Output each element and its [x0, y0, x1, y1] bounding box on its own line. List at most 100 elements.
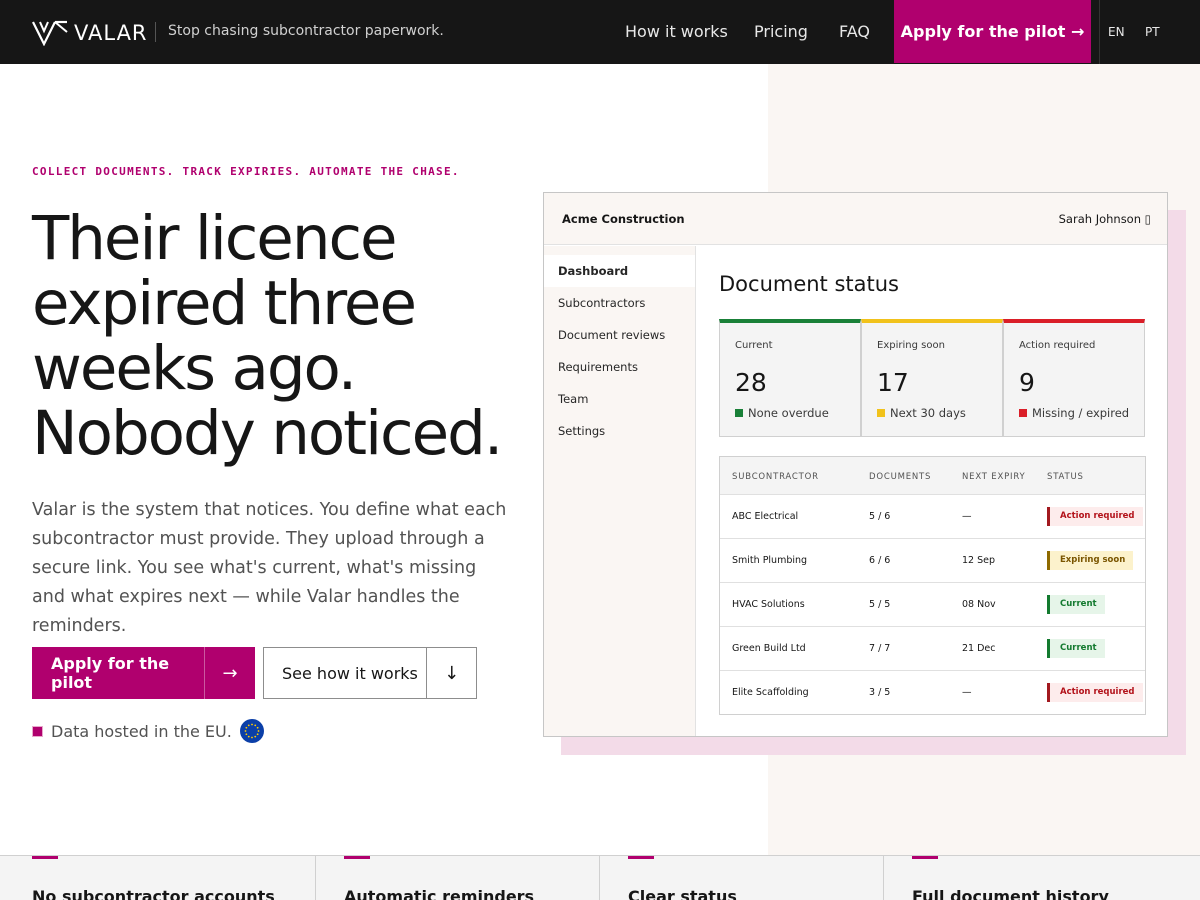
arrow-down-icon: ↓	[426, 648, 476, 698]
square-bullet-icon	[32, 725, 43, 737]
nav-divider	[155, 22, 156, 42]
eu-hosting-note: Data hosted in the EU.	[32, 719, 264, 743]
cell-next-expiry: —	[962, 511, 972, 522]
column-header: STATUS	[1047, 472, 1084, 482]
cell-next-expiry: 12 Sep	[962, 555, 996, 566]
sidebar-item-dashboard: Dashboard	[544, 255, 695, 287]
hero-eyebrow: COLLECT DOCUMENTS. TRACK EXPIRIES. AUTOM…	[32, 165, 460, 178]
stat-subtext-label: Next 30 days	[890, 406, 966, 420]
see-how-it-works-button[interactable]: See how it works ↓	[263, 647, 477, 699]
see-how-label: See how it works	[282, 663, 418, 683]
table-row: HVAC Solutions 5 / 5 08 Nov Current	[720, 583, 1145, 627]
headline-line: weeks ago.	[32, 333, 357, 404]
mockup-user-name: Sarah Johnson ▯	[1058, 212, 1151, 226]
nav-tagline: Stop chasing subcontractor paperwork.	[168, 23, 444, 39]
cell-documents: 6 / 6	[869, 555, 891, 566]
status-badge: Expiring soon	[1047, 551, 1134, 570]
sidebar-item-subcontractors: Subcontractors	[558, 296, 646, 310]
cell-next-expiry: —	[962, 687, 972, 698]
feature-title: Automatic reminders	[344, 887, 535, 900]
valar-logo-icon	[32, 20, 68, 46]
cell-subcontractor: Green Build Ltd	[732, 643, 806, 654]
mockup-sidebar: Dashboard Subcontractors Document review…	[544, 246, 696, 736]
cell-next-expiry: 21 Dec	[962, 643, 996, 654]
stat-subtext: Next 30 days	[877, 406, 966, 420]
cell-subcontractor: ABC Electrical	[732, 511, 799, 522]
features-strip: No subcontractor accounts Automatic remi…	[0, 855, 1200, 900]
cell-subcontractor: Elite Scaffolding	[732, 687, 809, 698]
feature-accent-bar	[628, 856, 654, 859]
feature-title: Clear status	[628, 887, 737, 900]
dashboard-mockup: Acme Construction Sarah Johnson ▯ Dashbo…	[543, 192, 1168, 737]
cell-documents: 5 / 5	[869, 599, 891, 610]
lang-pt-button[interactable]: PT	[1145, 25, 1160, 39]
subcontractor-table: SUBCONTRACTOR DOCUMENTS NEXT EXPIRY STAT…	[719, 456, 1146, 715]
eu-flag-icon	[239, 719, 264, 743]
cell-documents: 7 / 7	[869, 643, 891, 654]
apply-pilot-label: Apply for the pilot	[51, 654, 170, 692]
apply-pilot-button[interactable]: Apply for the pilot →	[32, 647, 255, 699]
table-row: Elite Scaffolding 3 / 5 — Action require…	[720, 671, 1145, 715]
headline-line: Their licence	[32, 203, 398, 274]
status-badge: Action required	[1047, 507, 1143, 526]
stat-label: Expiring soon	[877, 340, 945, 351]
logo[interactable]: VALAR	[32, 20, 148, 46]
table-header: SUBCONTRACTOR DOCUMENTS NEXT EXPIRY STAT…	[720, 457, 1145, 495]
table-row: Green Build Ltd 7 / 7 21 Dec Current	[720, 627, 1145, 671]
arrow-right-icon: →	[204, 647, 255, 699]
lang-en-button[interactable]: EN	[1108, 25, 1125, 39]
stat-card-expiring: Expiring soon 17 Next 30 days	[861, 319, 1003, 437]
column-header: NEXT EXPIRY	[962, 472, 1026, 482]
stat-card-current: Current 28 None overdue	[719, 319, 861, 437]
cell-documents: 5 / 6	[869, 511, 891, 522]
status-badge: Current	[1047, 639, 1105, 658]
stat-subtext-label: Missing / expired	[1032, 406, 1130, 420]
nav-link-pricing[interactable]: Pricing	[754, 22, 808, 41]
stat-subtext: None overdue	[735, 406, 829, 420]
stat-card-action: Action required 9 Missing / expired	[1003, 319, 1145, 437]
status-dot-icon	[735, 409, 743, 417]
stat-subtext-label: None overdue	[748, 406, 829, 420]
nav-apply-button[interactable]: Apply for the pilot →	[894, 0, 1091, 63]
mockup-company-name: Acme Construction	[562, 212, 685, 226]
stat-value: 28	[735, 368, 767, 397]
feature-divider	[315, 856, 316, 900]
eu-note-text: Data hosted in the EU.	[51, 721, 232, 741]
cell-documents: 3 / 5	[869, 687, 891, 698]
table-row: Smith Plumbing 6 / 6 12 Sep Expiring soo…	[720, 539, 1145, 583]
headline-line: Nobody noticed.	[32, 398, 503, 469]
cell-subcontractor: Smith Plumbing	[732, 555, 808, 566]
stat-subtext: Missing / expired	[1019, 406, 1129, 420]
status-dot-icon	[1019, 409, 1027, 417]
status-badge: Current	[1047, 595, 1105, 614]
feature-divider	[883, 856, 884, 900]
nav-divider-lang	[1099, 0, 1100, 64]
hero-lead: Valar is the system that notices. You de…	[32, 500, 507, 636]
feature-accent-bar	[912, 856, 938, 859]
stat-value: 17	[877, 368, 909, 397]
feature-title: Full document history	[912, 887, 1109, 900]
feature-accent-bar	[32, 856, 58, 859]
table-row: ABC Electrical 5 / 6 — Action required	[720, 495, 1145, 539]
column-header: DOCUMENTS	[869, 472, 932, 482]
sidebar-item-team: Team	[558, 392, 589, 406]
mockup-title: Document status	[719, 272, 899, 296]
headline-line: expired three	[32, 268, 417, 339]
mockup-header: Acme Construction Sarah Johnson ▯	[544, 193, 1167, 245]
cell-next-expiry: 08 Nov	[962, 599, 996, 610]
nav-link-faq[interactable]: FAQ	[839, 22, 870, 41]
stat-label: Current	[735, 340, 773, 351]
sidebar-item-document-reviews: Document reviews	[558, 328, 666, 342]
column-header: SUBCONTRACTOR	[732, 472, 819, 482]
status-dot-icon	[877, 409, 885, 417]
sidebar-item-requirements: Requirements	[558, 360, 638, 374]
nav-link-how-it-works[interactable]: How it works	[625, 22, 728, 41]
hero-headline: Their licence expired three weeks ago. N…	[32, 206, 532, 466]
brand-name: VALAR	[74, 21, 148, 45]
feature-title: No subcontractor accounts	[32, 887, 275, 900]
feature-divider	[599, 856, 600, 900]
top-nav: VALAR Stop chasing subcontractor paperwo…	[0, 0, 1200, 64]
cell-subcontractor: HVAC Solutions	[732, 599, 805, 610]
stat-value: 9	[1019, 368, 1035, 397]
status-badge: Action required	[1047, 683, 1143, 702]
